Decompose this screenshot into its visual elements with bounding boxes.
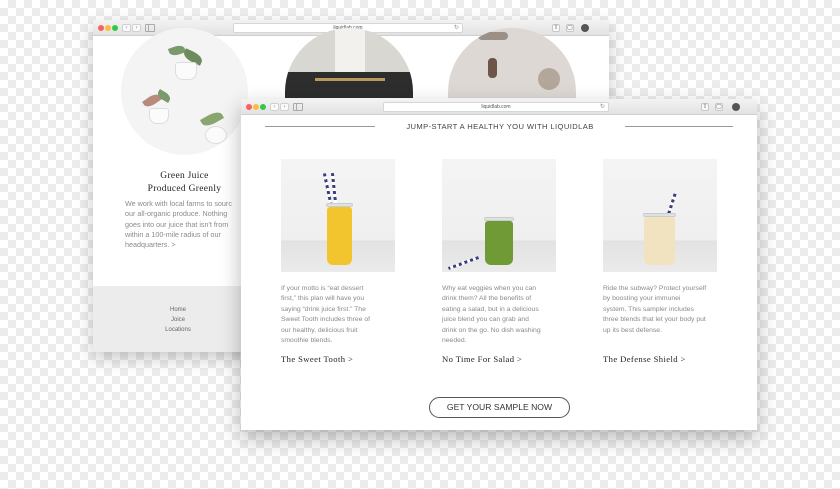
hanging-pot <box>149 108 169 124</box>
downloads-icon[interactable] <box>732 103 740 111</box>
card-text-line: Ride the subway? Protect yourself <box>603 285 707 292</box>
card-text-line: by boosting your immunei <box>603 295 681 303</box>
hero-divider-right <box>625 126 733 127</box>
card-text-line: first,” this plan will have you <box>281 295 365 303</box>
hero-divider-left <box>265 126 375 127</box>
downloads-icon[interactable] <box>581 24 589 32</box>
bottle-image <box>448 28 576 98</box>
zoom-button[interactable] <box>260 104 266 110</box>
hanging-pot <box>205 126 227 144</box>
dish-shape <box>538 68 560 90</box>
card-text-line: eating a salad, but in a delicious <box>442 305 539 313</box>
hand-shape <box>478 32 508 40</box>
close-button[interactable] <box>246 104 252 110</box>
address-bar[interactable]: liquidlab.com ↻ <box>383 102 609 112</box>
card-text-line: needed. <box>442 337 467 345</box>
card-text-line: juice blend you can grab and <box>442 316 529 324</box>
share-icon[interactable]: ⇧ <box>701 103 709 111</box>
card-text-line: up its best defense. <box>603 326 662 334</box>
close-button[interactable] <box>98 25 104 31</box>
heading-line-2: Produced Greenly <box>147 184 222 194</box>
sweet-tooth-link[interactable]: The Sweet Tooth > <box>281 354 353 364</box>
plants-image <box>121 28 248 155</box>
juice-image-sweet-tooth <box>281 159 395 272</box>
sidebar-icon[interactable] <box>293 103 303 111</box>
footer-link-home[interactable]: Home <box>153 307 203 313</box>
juice-jar-yellow <box>327 207 352 265</box>
cafe-image <box>285 28 413 98</box>
card-description: If your motto is “eat dessert first,” th… <box>281 284 399 346</box>
forward-arrow-icon[interactable]: › <box>280 103 289 111</box>
zoom-button[interactable] <box>112 25 118 31</box>
card-description: Why eat veggies when you can drink them?… <box>442 284 560 346</box>
hanging-pot <box>175 62 197 80</box>
body-line: We work with local farms to sourc <box>125 199 232 208</box>
minimize-button[interactable] <box>253 104 259 110</box>
juice-image-no-time-for-salad <box>442 159 556 272</box>
reload-icon[interactable]: ↻ <box>600 103 605 111</box>
footer-link-joice[interactable]: Joice <box>153 317 203 323</box>
body-line: goes into our juice that isn't from <box>125 219 229 229</box>
back-arrow-icon[interactable]: ‹ <box>122 24 131 32</box>
no-time-for-salad-link[interactable]: No Time For Salad > <box>442 354 522 364</box>
card-text-line: saying “drink juice first.” The <box>281 305 366 313</box>
card-text-line: drink on the go. No dish washing <box>442 326 541 334</box>
get-sample-button[interactable]: GET YOUR SAMPLE NOW <box>429 397 570 418</box>
url-text: liquidlab.com <box>481 104 511 110</box>
section-body: We work with local farms to sourc our al… <box>125 199 245 250</box>
reload-icon[interactable]: ↻ <box>454 24 459 32</box>
body-line: within a 100-mile radius of our <box>125 229 221 239</box>
tabs-icon[interactable]: ▢ <box>715 103 723 111</box>
counter-shape <box>285 72 413 98</box>
footer-link-locations[interactable]: Locations <box>153 327 203 333</box>
share-icon[interactable]: ⇧ <box>552 24 560 32</box>
card-description: Ride the subway? Protect yourself by boo… <box>603 284 721 336</box>
section-heading: Green Juice Produced Greenly <box>121 170 248 196</box>
back-arrow-icon[interactable]: ‹ <box>270 103 279 111</box>
juice-jar-cream <box>644 217 675 265</box>
card-text-line: Sweet Tooth includes three of <box>281 316 371 324</box>
card-text-line: system. This sampler includes <box>603 305 694 313</box>
card-text-line: three blends that let your body put <box>603 316 706 324</box>
hero-title: JUMP-START A HEALTHY YOU WITH LIQUIDLAB <box>406 122 594 131</box>
straw-shape <box>447 256 480 270</box>
card-text-line: our healthy, delicious fruit <box>281 326 358 334</box>
juice-image-defense-shield <box>603 159 717 272</box>
body-line: our all-organic produce. Nothing <box>125 209 228 219</box>
shelf-shape <box>315 78 385 81</box>
body-line-link[interactable]: headquarters. > <box>125 240 245 250</box>
card-text-line: Why eat veggies when you can <box>442 285 537 292</box>
card-text-line: If your motto is “eat dessert <box>281 285 364 292</box>
card-text-line: drink them? All the benefits of <box>442 295 532 303</box>
heading-line-1: Green Juice <box>160 171 209 181</box>
title-bar: ‹ › liquidlab.com ↻ ⇧ ▢ <box>241 99 757 115</box>
card-text-line: smoothie blends. <box>281 337 333 345</box>
juice-jar-green <box>485 221 513 265</box>
defense-shield-link[interactable]: The Defense Shield > <box>603 354 686 364</box>
tabs-icon[interactable]: ▢ <box>566 24 574 32</box>
forward-arrow-icon[interactable]: › <box>132 24 141 32</box>
sidebar-icon[interactable] <box>145 24 155 32</box>
bottle-shape <box>488 58 497 78</box>
minimize-button[interactable] <box>105 25 111 31</box>
